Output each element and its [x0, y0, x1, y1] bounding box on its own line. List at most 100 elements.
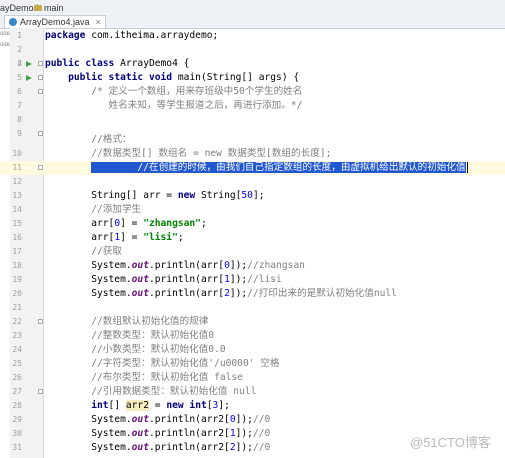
line-number: 5 — [17, 73, 22, 82]
line-number: 7 — [17, 101, 22, 110]
code-line: 29 System.out.println(arr2[0]);//0 — [0, 413, 505, 427]
code-text: //数组默认初始化值的规律 — [45, 316, 209, 327]
code-line: 19 System.out.println(arr[1]);//lisi — [0, 273, 505, 287]
code-line: 18 System.out.println(arr[0]);//zhangsan — [0, 259, 505, 273]
code-line: //格式： — [0, 133, 505, 147]
code-text: System.out.println(arr[2]);//打印出来的是默认初始化… — [45, 288, 397, 299]
code-text: //布尔类型：默认初始化值 false — [45, 372, 243, 383]
code-text: public class ArrayDemo4 { — [45, 58, 190, 69]
line-number: 27 — [12, 387, 22, 396]
code-text: //获取 — [45, 246, 122, 257]
code-text: public static void main(String[] args) { — [68, 72, 300, 83]
code-line: 13 String[] arr = new String[50]; — [0, 189, 505, 203]
code-line: 12 — [0, 175, 505, 189]
code-text: //引用数据类型：默认初始化值 null — [45, 386, 257, 397]
line-number: 31 — [12, 443, 22, 452]
code-text: arr[0] = "zhangsan"; — [45, 218, 207, 229]
code-text: //添加学生 — [45, 204, 142, 215]
line-number: 4 — [17, 59, 22, 68]
code-line: 5 public static void main(String[] args)… — [0, 71, 505, 85]
fold-icon[interactable] — [38, 61, 43, 66]
code-text: System.out.println(arr2[2]);//0 — [45, 442, 271, 453]
code-text: arr[1] = "lisi"; — [45, 232, 184, 243]
code-line: 26 //布尔类型：默认初始化值 false — [0, 371, 505, 385]
tab-label: ArrayDemo4.java — [20, 17, 90, 27]
code-text: System.out.println(arr[0]);//zhangsan — [45, 260, 305, 271]
method-icon — [34, 5, 42, 11]
code-line: 20 System.out.println(arr[2]);//打印出来的是默认… — [0, 287, 505, 301]
code-text: //在创建的时候，由我们自己指定数组的长度，由虚拟机给出默认的初始化值 — [45, 161, 468, 175]
line-number: 22 — [12, 317, 22, 326]
line-number: 13 — [12, 191, 22, 200]
java-class-icon — [9, 18, 17, 26]
code-text: //格式： — [45, 134, 132, 145]
code-text: 姓名未知，等学生报道之后，再进行添加。*/ — [45, 100, 303, 111]
line-number: 21 — [12, 303, 22, 312]
line-number: 20 — [12, 289, 22, 298]
editor-tab-bar: ayDemo4 main ArrayDemo4.java × — [0, 0, 505, 29]
code-line: 23 //整数类型：默认初始化值0 — [0, 329, 505, 343]
code-text: String[] arr = new String[50]; — [45, 190, 265, 201]
line-number: 1 — [17, 31, 22, 40]
line-number: 11 — [12, 163, 22, 172]
fold-icon[interactable] — [38, 389, 43, 394]
code-line: 10 //数据类型[] 数组名 = new 数据类型[数组的长度]; — [0, 147, 505, 161]
code-text: int[] arr2 = new int[3]; — [91, 400, 230, 411]
fold-icon[interactable] — [38, 319, 43, 324]
code-line: 24 //小数类型：默认初始化值0.0 — [0, 343, 505, 357]
code-line: 25 //字符类型：默认初始化值'/u0000' 空格 — [0, 357, 505, 371]
line-number: 8 — [17, 115, 22, 124]
code-text: package com.itheima.arraydemo; — [45, 30, 219, 41]
code-line: 2 — [0, 43, 505, 57]
close-tab-icon[interactable]: × — [96, 17, 101, 27]
tab-arraydemo4-breadcrumb[interactable]: ayDemo4 — [0, 2, 39, 14]
line-number: 19 — [12, 275, 22, 284]
code-line: 22 //数组默认初始化值的规律 — [0, 315, 505, 329]
code-text: System.out.println(arr[1]);//lisi — [45, 274, 282, 285]
line-number: 28 — [12, 401, 22, 410]
line-number: 23 — [12, 331, 22, 340]
line-number: 2 — [17, 45, 22, 54]
line-number: 10 — [12, 149, 22, 158]
code-text: //字符类型：默认初始化值'/u0000' 空格 — [45, 358, 280, 369]
tab-label: ayDemo4 — [0, 3, 39, 13]
line-4-row: 4 public class ArrayDemo4 { — [0, 57, 505, 71]
code-text: /* 定义一个数组，用来存班级中50个学生的姓名 — [45, 86, 303, 97]
code-line: 1 package com.itheima.arraydemo; — [0, 29, 505, 43]
selected-text: //在创建的时候，由我们自己指定数组的长度，由虚拟机给出默认的初始化值 — [91, 162, 466, 173]
watermark: @51CTO博客 — [410, 435, 491, 450]
code-line: 21 — [0, 301, 505, 315]
code-line: 16 arr[1] = "lisi"; — [0, 231, 505, 245]
code-line: 27 //引用数据类型：默认初始化值 null — [0, 385, 505, 399]
code-line: 7 姓名未知，等学生报道之后，再进行添加。*/ — [0, 99, 505, 113]
line-number: 26 — [12, 373, 22, 382]
tab-main-breadcrumb[interactable]: main — [34, 2, 64, 14]
code-text: System.out.println(arr2[0]);//0 — [45, 414, 271, 425]
fold-icon[interactable] — [38, 165, 43, 170]
code-line: 6 /* 定义一个数组，用来存班级中50个学生的姓名 — [0, 85, 505, 99]
run-main-icon[interactable] — [26, 75, 32, 81]
current-code-line: 11 //在创建的时候，由我们自己指定数组的长度，由虚拟机给出默认的初始化值 — [0, 161, 505, 175]
line-number: 30 — [12, 429, 22, 438]
code-line: 28 int[] arr2 = new int[3]; — [0, 399, 505, 413]
code-text: //整数类型：默认初始化值0 — [45, 330, 215, 341]
line-number: 16 — [12, 233, 22, 242]
line-number: 24 — [12, 345, 22, 354]
code-text: //小数类型：默认初始化值0.0 — [45, 344, 226, 355]
run-class-icon[interactable] — [26, 61, 32, 67]
code-line: 15 arr[0] = "zhangsan"; — [0, 217, 505, 231]
line-number: 29 — [12, 415, 22, 424]
tab-arraydemo4-java[interactable]: ArrayDemo4.java × — [4, 15, 106, 28]
fold-icon[interactable] — [38, 75, 43, 80]
code-text: System.out.println(arr2[1]);//0 — [45, 428, 271, 439]
fold-icon[interactable] — [38, 89, 43, 94]
code-line: 14 //添加学生 — [0, 203, 505, 217]
line-number: 17 — [12, 247, 22, 256]
text-cursor — [466, 161, 468, 173]
line-number: 15 — [12, 219, 22, 228]
code-text: //数据类型[] 数组名 = new 数据类型[数组的长度]; — [45, 148, 332, 159]
line-number: 14 — [12, 205, 22, 214]
line-number: 25 — [12, 359, 22, 368]
code-line: 17 //获取 — [0, 245, 505, 259]
tab-label: main — [44, 3, 64, 13]
